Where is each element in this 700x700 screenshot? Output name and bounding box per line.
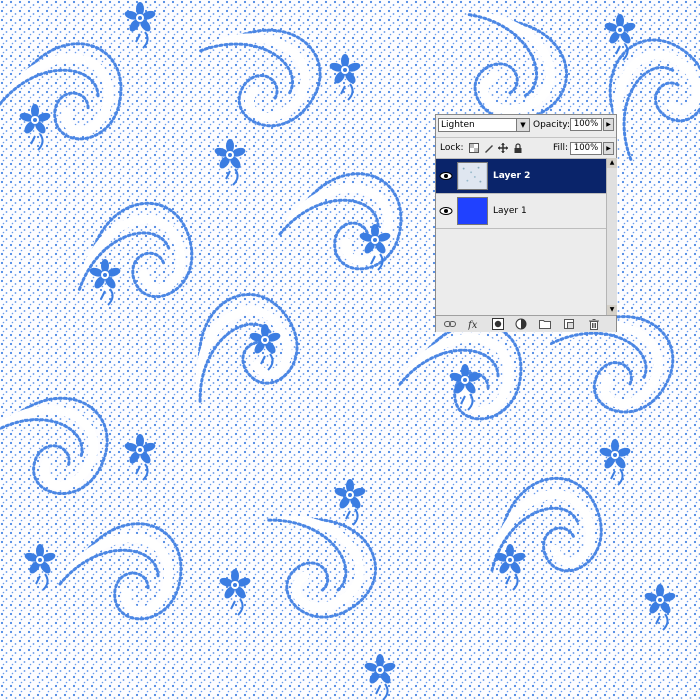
opacity-input[interactable]: 100%	[570, 118, 602, 131]
lock-position-icon[interactable]	[498, 143, 508, 153]
layer-row-layer-1[interactable]: Layer 1	[436, 193, 606, 228]
fill-label: Fill:	[553, 143, 569, 153]
blend-mode-select[interactable]: Lighten ▼	[438, 118, 530, 132]
svg-text:fx: fx	[468, 320, 478, 330]
fx-icon[interactable]: fx	[468, 318, 480, 330]
scroll-down-icon[interactable]: ▼	[607, 305, 617, 315]
fill-input[interactable]: 100%	[570, 142, 602, 155]
scroll-up-icon[interactable]: ▲	[607, 158, 617, 168]
lock-all-icon[interactable]	[513, 143, 523, 153]
eye-icon[interactable]	[439, 204, 453, 218]
opacity-slider-arrow-icon[interactable]: ▶	[603, 118, 614, 131]
chevron-down-icon[interactable]: ▼	[516, 119, 529, 131]
new-layer-icon[interactable]	[563, 318, 575, 330]
layers-panel: Lighten ▼ Opacity: 100% ▶ Lock: Fill: 10…	[435, 114, 617, 332]
layer-thumbnail	[457, 162, 488, 190]
layer-name: Layer 1	[493, 206, 527, 216]
blend-opacity-row: Lighten ▼ Opacity: 100% ▶	[436, 115, 616, 136]
mask-icon[interactable]	[492, 318, 504, 330]
layer-thumbnail	[457, 197, 488, 225]
folder-icon[interactable]	[539, 318, 551, 330]
opacity-label: Opacity:	[533, 120, 570, 130]
image-canvas[interactable]	[0, 0, 700, 700]
lock-transparent-pixels-icon[interactable]	[469, 143, 479, 153]
layers-bottom-toolbar: fx	[436, 315, 616, 332]
adjustment-icon[interactable]	[515, 318, 527, 330]
layers-list: Layer 2 Layer 1	[436, 158, 606, 313]
eye-icon[interactable]	[439, 169, 453, 183]
layer-name: Layer 2	[493, 171, 531, 181]
fill-slider-arrow-icon[interactable]: ▶	[603, 142, 614, 155]
trash-icon[interactable]	[588, 318, 600, 330]
layer-list-divider	[436, 228, 606, 229]
lock-label: Lock:	[440, 143, 464, 153]
lock-image-pixels-icon[interactable]	[484, 143, 494, 153]
lock-fill-row: Lock: Fill: 100% ▶	[436, 137, 616, 159]
layers-scrollbar[interactable]: ▲ ▼	[606, 158, 617, 315]
blend-mode-value: Lighten	[441, 120, 475, 130]
layer-row-layer-2[interactable]: Layer 2	[436, 158, 606, 193]
link-icon[interactable]	[444, 318, 456, 330]
